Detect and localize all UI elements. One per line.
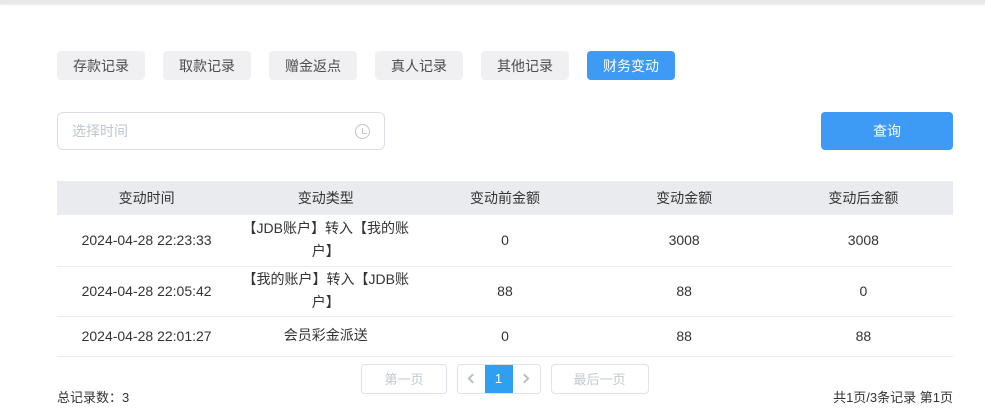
cell-amount-before: 0 [415,215,594,266]
table-header-row: 变动时间 变动类型 变动前金额 变动金额 变动后金额 [57,181,953,215]
chevron-left-icon [468,374,478,384]
cell-change-time: 2024-04-28 22:23:33 [57,215,236,266]
last-page-button[interactable]: 最后一页 [551,364,649,394]
cell-amount-before: 0 [415,316,594,356]
pagination: 第一页 1 最后一页 [57,364,953,394]
tab-other-records[interactable]: 其他记录 [481,51,569,80]
cell-amount-after: 0 [774,266,953,316]
cell-change-type: 【我的账户】转入【JDB账户】 [236,266,415,316]
table-row: 2024-04-28 22:01:27 会员彩金派送 0 88 88 [57,316,953,356]
tab-withdrawal-records[interactable]: 取款记录 [163,51,251,80]
date-range-input[interactable]: 选择时间 [57,112,385,150]
cell-change-time: 2024-04-28 22:01:27 [57,316,236,356]
column-header-change-time: 变动时间 [57,181,236,215]
top-divider-band [0,0,985,4]
next-page-button[interactable] [513,365,540,393]
filter-row: 选择时间 查询 [57,112,953,150]
tab-financial-changes[interactable]: 财务变动 [587,51,675,80]
cell-change-time: 2024-04-28 22:05:42 [57,266,236,316]
cell-amount-after: 3008 [774,215,953,266]
column-header-amount-before: 变动前金额 [415,181,594,215]
chevron-right-icon [520,374,530,384]
total-records-label: 总记录数：3 [57,387,129,406]
cell-change-type: 会员彩金派送 [236,316,415,356]
pager-group: 1 [457,364,541,394]
tab-bonus-rebate[interactable]: 赠金返点 [269,51,357,80]
current-page-button[interactable]: 1 [485,365,513,393]
date-input-placeholder: 选择时间 [72,121,355,141]
tab-live-records[interactable]: 真人记录 [375,51,463,80]
bottom-area: 第一页 1 最后一页 总记录数：3 共1页/3条记录 第1页 [57,364,953,408]
cell-amount-before: 88 [415,266,594,316]
prev-page-button[interactable] [458,365,485,393]
table-row: 2024-04-28 22:05:42 【我的账户】转入【JDB账户】 88 8… [57,266,953,316]
table-row: 2024-04-28 22:23:33 【JDB账户】转入【我的账户】 0 30… [57,215,953,266]
cell-change-amount: 3008 [595,215,774,266]
record-tabs: 存款记录 取款记录 赠金返点 真人记录 其他记录 财务变动 [57,51,953,80]
records-panel: 存款记录 取款记录 赠金返点 真人记录 其他记录 财务变动 选择时间 查询 变动… [0,51,985,408]
column-header-amount-after: 变动后金额 [774,181,953,215]
clock-icon [355,124,370,139]
cell-change-amount: 88 [595,266,774,316]
financial-changes-table: 变动时间 变动类型 变动前金额 变动金额 变动后金额 2024-04-28 22… [57,181,953,357]
page-info-label: 共1页/3条记录 第1页 [833,387,953,406]
cell-change-amount: 88 [595,316,774,356]
cell-amount-after: 88 [774,316,953,356]
tab-deposit-records[interactable]: 存款记录 [57,51,145,80]
first-page-button[interactable]: 第一页 [361,364,446,394]
column-header-change-amount: 变动金额 [595,181,774,215]
query-button[interactable]: 查询 [821,112,953,150]
cell-change-type: 【JDB账户】转入【我的账户】 [236,215,415,266]
column-header-change-type: 变动类型 [236,181,415,215]
